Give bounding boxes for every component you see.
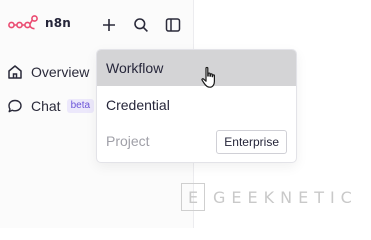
watermark-logo: E: [181, 183, 205, 211]
menu-item-label: Workflow: [106, 60, 164, 76]
search-button[interactable]: [130, 14, 152, 36]
toggle-sidebar-button[interactable]: [162, 14, 184, 36]
enterprise-badge: Enterprise: [216, 130, 287, 154]
watermark: E GEEKNETIC: [181, 183, 358, 211]
menu-item-workflow[interactable]: Workflow: [97, 50, 296, 86]
n8n-logo-icon: [8, 15, 38, 30]
chat-bubble-icon: [8, 99, 22, 113]
menu-item-label: Credential: [106, 97, 170, 113]
beta-badge: beta: [66, 99, 95, 113]
menu-item-label: Project: [106, 133, 150, 149]
hand-pointer-cursor-icon: [201, 66, 215, 88]
watermark-text: GEEKNETIC: [213, 187, 358, 207]
sidebar-item-label: Overview: [31, 64, 90, 80]
search-icon: [134, 18, 148, 32]
menu-item-project: Project Enterprise: [97, 123, 296, 159]
create-dropdown-menu: Workflow Credential Project Enterprise: [96, 49, 297, 163]
sidebar-toggle-icon: [165, 18, 181, 32]
add-button[interactable]: [98, 14, 120, 36]
sidebar-item-label: Chat: [31, 98, 61, 114]
brand-name: n8n: [45, 16, 72, 30]
plus-icon: [103, 19, 115, 31]
menu-item-credential[interactable]: Credential: [97, 87, 296, 123]
sidebar-item-chat[interactable]: Chat beta: [7, 95, 95, 117]
home-icon: [8, 65, 22, 79]
brand[interactable]: n8n: [8, 15, 71, 31]
sidebar-item-overview[interactable]: Overview: [7, 61, 89, 83]
